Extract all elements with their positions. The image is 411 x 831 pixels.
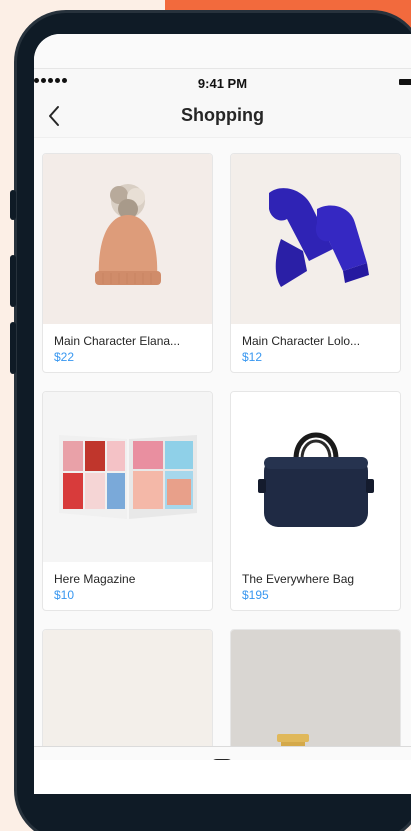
product-grid: Main Character Elana... $22 Main Charact…: [34, 138, 411, 746]
product-image-beanie: [43, 154, 212, 324]
home-indicator-area: [34, 760, 411, 794]
product-image-magazine: [43, 392, 212, 562]
volume-down-button: [10, 322, 16, 374]
product-card[interactable]: The Everywhere Bag $195: [230, 391, 401, 611]
mute-switch: [10, 190, 16, 220]
product-price: $10: [54, 588, 75, 602]
product-price: $195: [242, 588, 269, 602]
product-card[interactable]: [230, 629, 401, 746]
product-price: $12: [242, 350, 263, 364]
product-name: Here Magazine: [54, 572, 136, 586]
product-image-slippers: [43, 630, 212, 746]
product-name: The Everywhere Bag: [242, 572, 355, 586]
product-card[interactable]: [42, 629, 213, 746]
product-name: Main Character Lolo...: [242, 334, 361, 348]
product-card[interactable]: Main Character Lolo... $12: [230, 153, 401, 373]
status-bar: 9:41 PM: [34, 68, 411, 98]
navigation-bar: Shopping: [34, 98, 411, 138]
battery-icon: [399, 79, 411, 85]
page-title: Shopping: [181, 105, 264, 125]
product-image-gavel: [231, 630, 400, 746]
product-image-bag: [231, 392, 400, 562]
app-screen: 9:41 PM Shopping Main Character Elana...…: [34, 34, 411, 794]
status-time: 9:41 PM: [197, 76, 248, 91]
product-name: Main Character Elana...: [54, 334, 181, 348]
notch-area: [34, 34, 411, 68]
product-image-mittens: [231, 154, 400, 324]
product-card[interactable]: Main Character Elana... $22: [42, 153, 213, 373]
product-price: $22: [54, 350, 75, 364]
volume-up-button: [10, 255, 16, 307]
product-card[interactable]: Here Magazine $10: [42, 391, 213, 611]
